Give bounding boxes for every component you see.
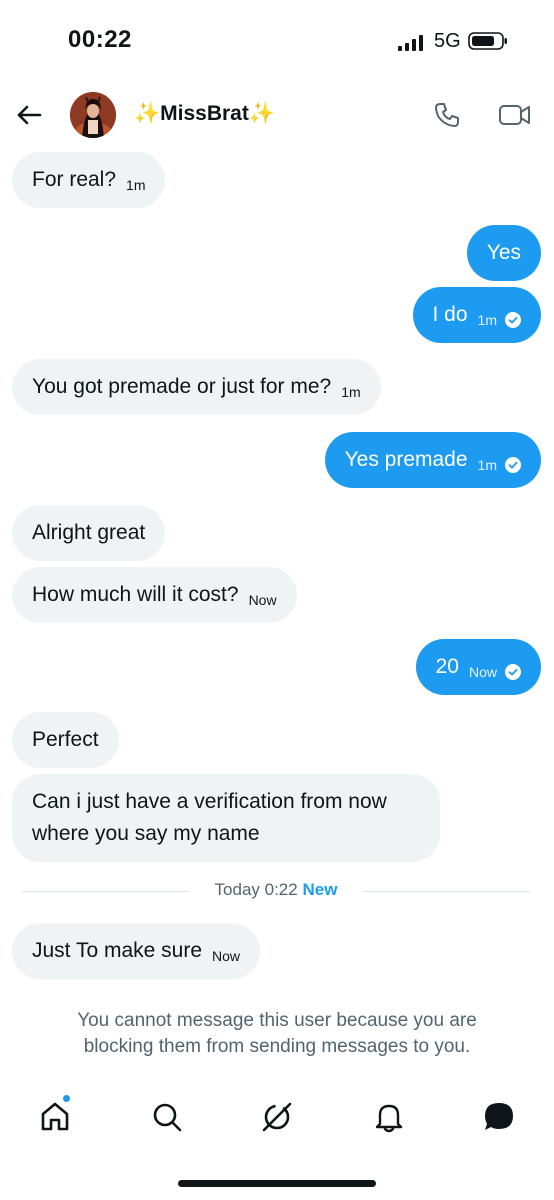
messages-icon[interactable] — [482, 1100, 516, 1134]
message-text: Alright great — [32, 521, 146, 544]
bell-icon[interactable] — [372, 1100, 406, 1134]
home-notification-dot — [62, 1094, 71, 1103]
phone-icon[interactable] — [432, 100, 462, 130]
seen-check-icon — [505, 664, 521, 680]
status-bar: 00:22 5G — [0, 0, 554, 80]
message-received[interactable]: Perfect — [12, 712, 119, 768]
contact-name[interactable]: ✨MissBrat✨ — [134, 102, 275, 126]
message-received[interactable]: For real? 1m — [12, 152, 166, 208]
network-type: 5G — [434, 30, 461, 52]
message-received[interactable]: You got premade or just for me? 1m — [12, 359, 381, 415]
date-divider: Today 0:22 New — [22, 880, 530, 904]
message-text-line: where you say my name — [32, 822, 260, 845]
seen-check-icon — [505, 312, 521, 328]
message-time: Now — [468, 664, 497, 680]
message-text: Just To make sure — [32, 939, 203, 962]
cellular-signal-icon — [398, 35, 423, 51]
search-icon[interactable] — [150, 1100, 184, 1134]
message-received[interactable]: Can i just have a verification from now … — [12, 774, 440, 862]
message-text: Yes premade — [344, 448, 468, 471]
message-sent[interactable]: 20 Now — [415, 639, 541, 695]
message-sent[interactable]: Yes — [466, 225, 541, 281]
message-text: 20 — [435, 655, 459, 678]
message-text: I do — [432, 303, 468, 326]
message-text: For real? — [32, 168, 117, 191]
message-time: Now — [212, 948, 241, 964]
back-arrow-icon[interactable] — [14, 100, 44, 130]
avatar[interactable] — [70, 92, 116, 138]
blocked-notice: You cannot message this user because you… — [0, 1008, 554, 1060]
message-sent[interactable]: I do 1m — [412, 287, 541, 343]
message-text: How much will it cost? — [32, 583, 239, 606]
message-received[interactable]: Just To make sure Now — [12, 923, 261, 979]
blocked-notice-line: You cannot message this user because you… — [77, 1010, 477, 1031]
blocked-notice-line: blocking them from sending messages to y… — [83, 1036, 471, 1057]
divider-label: Today 0:22 New — [22, 880, 530, 900]
status-time: 00:22 — [68, 26, 132, 53]
message-text: You got premade or just for me? — [32, 375, 332, 398]
new-marker: New — [302, 880, 338, 899]
message-time: 1m — [477, 312, 497, 328]
message-time: 1m — [126, 177, 146, 193]
message-text: Yes — [486, 241, 521, 264]
message-time: Now — [248, 592, 277, 608]
battery-icon — [468, 32, 507, 50]
seen-check-icon — [505, 457, 521, 473]
message-received[interactable]: Alright great — [12, 505, 166, 561]
divider-date: Today 0:22 — [214, 880, 298, 899]
message-time: 1m — [477, 457, 497, 473]
home-indicator[interactable] — [178, 1180, 376, 1187]
message-received[interactable]: How much will it cost? Now — [12, 567, 297, 623]
home-icon[interactable] — [38, 1100, 72, 1134]
message-text: Perfect — [32, 728, 99, 751]
video-icon[interactable] — [498, 100, 532, 130]
message-text-line: Can i just have a verification from now — [32, 790, 387, 813]
conversation-header: ✨MissBrat✨ — [0, 86, 554, 144]
grok-icon[interactable] — [260, 1100, 294, 1134]
message-text: Can i just have a verification from now … — [32, 786, 387, 850]
message-time: 1m — [341, 384, 361, 400]
message-sent[interactable]: Yes premade 1m — [324, 432, 541, 488]
bottom-nav — [0, 1092, 554, 1144]
